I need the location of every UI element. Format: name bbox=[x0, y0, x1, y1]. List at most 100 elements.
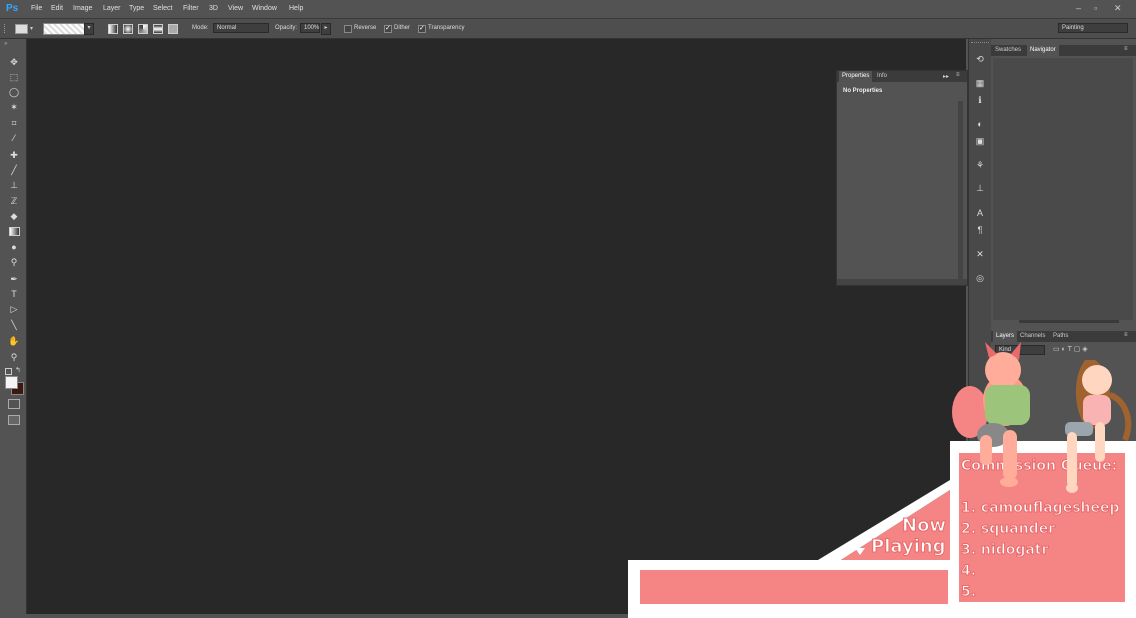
menu-3d[interactable]: 3D bbox=[209, 5, 218, 12]
paragraph-panel-icon[interactable]: ¶ bbox=[974, 224, 986, 236]
menu-filter[interactable]: Filter bbox=[183, 5, 199, 12]
move-tool-icon[interactable]: ✥ bbox=[8, 57, 20, 68]
collapse-panel-icon[interactable]: ▸▸ bbox=[943, 73, 949, 80]
now-playing-arrow-icon bbox=[855, 548, 865, 555]
navigator-preview[interactable] bbox=[993, 58, 1133, 320]
marquee-tool-icon[interactable]: ⬚ bbox=[8, 72, 20, 83]
brush-presets-panel-icon[interactable]: ⚘ bbox=[974, 159, 986, 171]
now-playing-label-2: Playing bbox=[871, 536, 947, 558]
path-selection-tool-icon[interactable]: ▷ bbox=[8, 304, 20, 315]
tools-panel: » ✥ ⬚ ◯ ✶ ⌗ ⁄ ✚ ╱ ⊥ ℤ ◆ ● ⚲ ✒ T ▷ ╲ ✋ ⚲ … bbox=[0, 39, 27, 614]
menu-edit[interactable]: Edit bbox=[51, 5, 63, 12]
grip-icon bbox=[4, 24, 9, 33]
panel-menu-icon[interactable]: ≡ bbox=[956, 72, 960, 78]
character-panel-icon[interactable]: A bbox=[974, 207, 986, 219]
history-panel-icon[interactable]: ⟲ bbox=[974, 53, 986, 65]
tab-swatches[interactable]: Swatches bbox=[995, 47, 1021, 53]
opacity-label: Opacity: bbox=[275, 25, 298, 31]
diamond-gradient-icon[interactable] bbox=[168, 24, 178, 34]
dither-checkbox[interactable]: ✓ bbox=[384, 25, 392, 33]
transparency-checkbox[interactable]: ✓ bbox=[418, 25, 426, 33]
line-tool-icon[interactable]: ╲ bbox=[8, 320, 20, 331]
panel-resize-handle[interactable] bbox=[837, 279, 967, 285]
menu-select[interactable]: Select bbox=[153, 5, 172, 12]
tab-channels[interactable]: Channels bbox=[1020, 333, 1045, 339]
quick-mask-icon[interactable] bbox=[8, 399, 20, 409]
mode-select[interactable]: Normal bbox=[213, 23, 269, 33]
menu-type[interactable]: Type bbox=[129, 5, 144, 12]
zoom-tool-icon[interactable]: ⚲ bbox=[8, 352, 20, 363]
foreground-color-swatch[interactable] bbox=[5, 376, 18, 389]
type-tool-icon[interactable]: T bbox=[8, 289, 20, 300]
reverse-checkbox[interactable] bbox=[344, 25, 352, 33]
reflected-gradient-icon[interactable] bbox=[153, 24, 163, 34]
properties-scrollbar[interactable] bbox=[958, 101, 963, 281]
opacity-input[interactable]: 100% bbox=[300, 23, 320, 33]
no-properties-text: No Properties bbox=[843, 88, 883, 94]
characters-illustration bbox=[952, 342, 1132, 493]
menu-help[interactable]: Help bbox=[289, 5, 303, 12]
navigator-panel-tabs: Swatches Navigator ≡ bbox=[991, 45, 1136, 56]
brush-tool-icon[interactable]: ╱ bbox=[8, 165, 20, 176]
properties-panel-tabs: Properties Info ▸▸ ≡ bbox=[837, 71, 967, 82]
lasso-tool-icon[interactable]: ◯ bbox=[8, 87, 20, 98]
transparency-label: Transparency bbox=[428, 25, 465, 31]
swap-colors-icon[interactable]: ↰ bbox=[15, 366, 21, 374]
angle-gradient-icon[interactable] bbox=[138, 24, 148, 34]
magic-wand-tool-icon[interactable]: ✶ bbox=[8, 102, 20, 113]
default-colors-icon[interactable] bbox=[5, 368, 12, 375]
eraser-tool-icon[interactable]: ◆ bbox=[8, 211, 20, 222]
histogram-panel-icon[interactable]: ▦ bbox=[974, 77, 986, 89]
queue-item-3: 3. nidogatr bbox=[960, 542, 1049, 559]
clone-source-panel-icon[interactable]: ⊥ bbox=[974, 182, 986, 194]
gradient-picker-dropdown-icon[interactable]: ▾ bbox=[84, 23, 94, 35]
eyedropper-tool-icon[interactable]: ⁄ bbox=[8, 133, 20, 144]
gradient-tool-icon[interactable] bbox=[15, 24, 28, 34]
styles-panel-icon[interactable]: ▣ bbox=[974, 135, 986, 147]
mode-label: Mode: bbox=[192, 25, 209, 31]
dodge-tool-icon[interactable]: ⚲ bbox=[8, 257, 20, 268]
queue-item-5: 5. bbox=[960, 584, 977, 601]
color-panel-icon[interactable]: ◐ bbox=[974, 118, 986, 130]
layers-menu-icon[interactable]: ≡ bbox=[1124, 332, 1128, 338]
tab-info[interactable]: Info bbox=[877, 73, 887, 79]
tab-properties[interactable]: Properties bbox=[839, 71, 873, 82]
menu-window[interactable]: Window bbox=[252, 5, 277, 12]
collapse-toolbox-icon[interactable]: » bbox=[4, 41, 7, 47]
radial-gradient-icon[interactable] bbox=[123, 24, 133, 34]
3d-panel-icon[interactable]: ◎ bbox=[974, 272, 986, 284]
gradient-swatch[interactable] bbox=[43, 23, 85, 35]
linear-gradient-icon[interactable] bbox=[108, 24, 118, 34]
tool-preset-dropdown-icon[interactable]: ▾ bbox=[30, 25, 33, 32]
history-brush-tool-icon[interactable]: ℤ bbox=[8, 196, 20, 207]
crop-tool-icon[interactable]: ⌗ bbox=[8, 118, 20, 129]
menu-view[interactable]: View bbox=[228, 5, 243, 12]
clone-stamp-tool-icon[interactable]: ⊥ bbox=[8, 180, 20, 191]
pen-tool-icon[interactable]: ✒ bbox=[8, 274, 20, 285]
hand-tool-icon[interactable]: ✋ bbox=[8, 336, 20, 347]
tab-navigator[interactable]: Navigator bbox=[1027, 45, 1059, 56]
reverse-label: Reverse bbox=[354, 25, 377, 31]
navigator-zoom-slider[interactable] bbox=[1019, 320, 1119, 323]
tool-presets-panel-icon[interactable]: ✕ bbox=[974, 248, 986, 260]
workspace-select[interactable]: Painting bbox=[1058, 23, 1128, 33]
menu-layer[interactable]: Layer bbox=[103, 5, 121, 12]
now-playing-label-1: Now bbox=[901, 515, 947, 537]
navigator-menu-icon[interactable]: ≡ bbox=[1124, 46, 1128, 52]
menu-image[interactable]: Image bbox=[73, 5, 92, 12]
info-panel-icon[interactable]: ℹ bbox=[974, 94, 986, 106]
properties-panel: Properties Info ▸▸ ≡ No Properties bbox=[836, 70, 968, 286]
gradient-tool-icon[interactable] bbox=[9, 227, 20, 236]
spot-healing-tool-icon[interactable]: ✚ bbox=[8, 150, 20, 161]
minimize-icon[interactable]: – bbox=[1076, 3, 1081, 13]
screen-mode-icon[interactable] bbox=[8, 415, 20, 425]
restore-icon[interactable]: ▫ bbox=[1094, 3, 1097, 13]
blur-tool-icon[interactable]: ● bbox=[8, 242, 20, 253]
opacity-dropdown-icon[interactable]: ▸ bbox=[321, 23, 331, 35]
dock-grip-icon bbox=[971, 42, 989, 46]
menu-bar: Ps File Edit Image Layer Type Select Fil… bbox=[0, 0, 1136, 19]
tab-paths[interactable]: Paths bbox=[1053, 333, 1068, 339]
dither-label: Dither bbox=[394, 25, 411, 31]
close-icon[interactable]: ✕ bbox=[1114, 3, 1122, 14]
menu-file[interactable]: File bbox=[31, 5, 42, 12]
